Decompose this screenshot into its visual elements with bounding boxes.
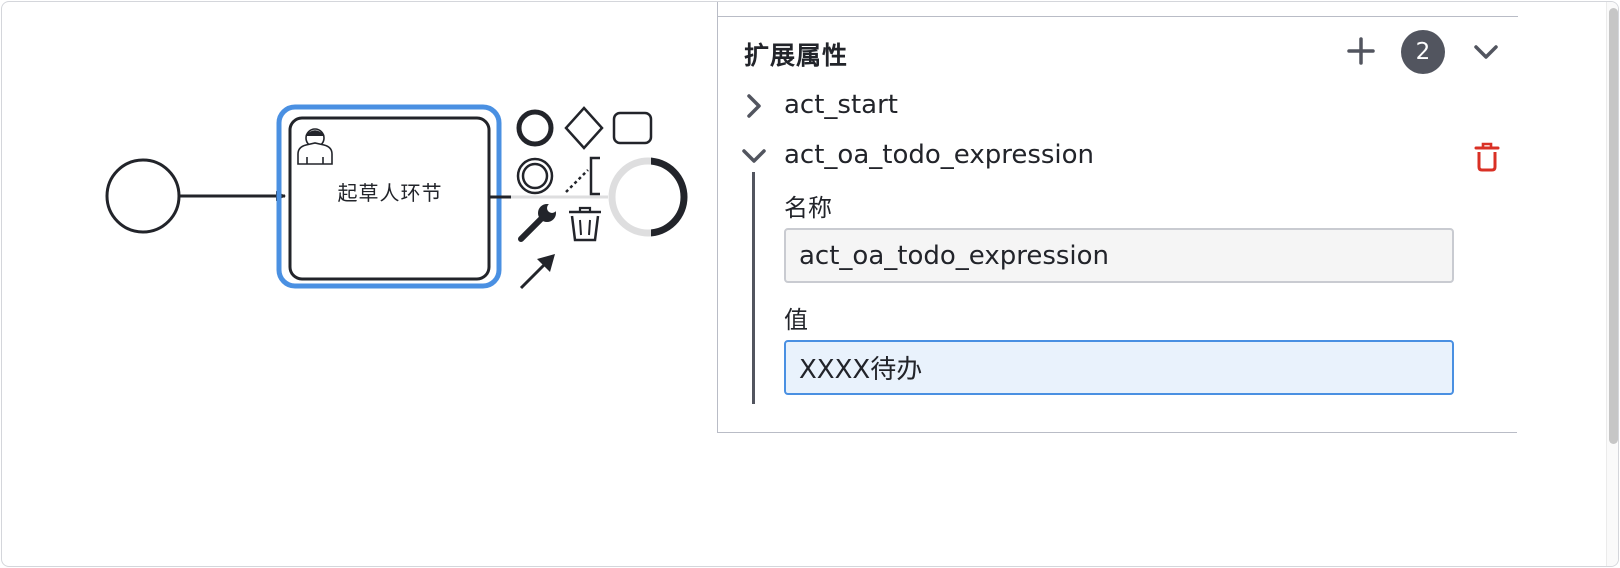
start-event[interactable] <box>105 158 181 234</box>
chevron-down-icon[interactable] <box>1470 36 1502 68</box>
delete-icon[interactable] <box>1472 140 1502 172</box>
plus-icon[interactable] <box>1344 34 1378 68</box>
intermediate-event-icon[interactable] <box>516 157 554 195</box>
panel-divider <box>718 16 1518 17</box>
chevron-down-icon[interactable] <box>740 142 768 170</box>
entry-expanded-rail <box>752 172 755 404</box>
diagram-svg <box>105 104 688 294</box>
name-field[interactable] <box>784 228 1454 283</box>
entry-label[interactable]: act_oa_todo_expression <box>784 140 1094 170</box>
value-field[interactable] <box>784 340 1454 395</box>
task-icon[interactable] <box>612 111 653 145</box>
scrollbar-thumb[interactable] <box>1609 8 1618 444</box>
end-event-icon[interactable] <box>516 109 554 147</box>
list-item[interactable]: act_start <box>718 86 1518 126</box>
group-title: 扩展属性 <box>744 41 849 70</box>
chevron-right-icon[interactable] <box>740 92 768 120</box>
value-field-label: 值 <box>784 306 808 334</box>
entry-label[interactable]: act_start <box>784 90 898 120</box>
app-frame: 起草人环节 扩展属性 2 act_start act_oa_todo_expre… <box>1 1 1619 567</box>
scrollbar[interactable] <box>1606 2 1618 566</box>
properties-panel: 扩展属性 2 act_start act_oa_todo_expression … <box>717 2 1518 433</box>
list-item[interactable]: act_oa_todo_expression <box>718 136 1518 176</box>
bpmn-canvas[interactable]: 起草人环节 <box>2 2 722 566</box>
task-label: 起草人环节 <box>337 181 443 205</box>
extension-properties-header[interactable]: 扩展属性 2 <box>718 30 1518 74</box>
context-pad <box>511 106 653 294</box>
name-field-label: 名称 <box>784 194 832 222</box>
entry-count-badge: 2 <box>1401 30 1445 74</box>
